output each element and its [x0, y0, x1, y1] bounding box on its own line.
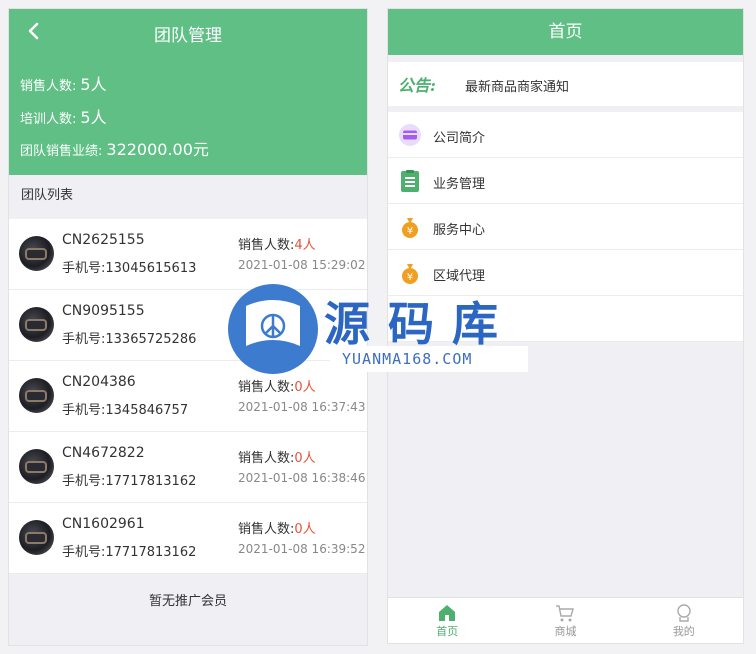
home-title: 首页: [388, 9, 743, 55]
avatar: [19, 449, 54, 484]
member-sales: 销售人数:0人: [238, 376, 316, 395]
member-phone: 手机号:1345846757: [62, 399, 188, 418]
phone-value: 13045615613: [105, 261, 197, 276]
member-sales: 销售人数:0人: [238, 518, 316, 537]
money-bag-icon: ¥: [402, 264, 418, 284]
phone-value: 1345846757: [105, 403, 189, 418]
tab-mall[interactable]: 商城: [506, 598, 624, 643]
clipboard-icon: [401, 170, 419, 192]
member-code: CN1602961: [62, 516, 145, 532]
avatar: [19, 378, 54, 413]
sales-value: 0人: [294, 380, 316, 395]
tab-label: 我的: [672, 625, 695, 638]
phone-label: 手机号:: [62, 261, 106, 276]
member-sales: 销售人数:0人: [238, 447, 316, 466]
member-code: CN4672822: [62, 445, 145, 461]
member-code: CN9095155: [62, 303, 145, 319]
notice-text[interactable]: 最新商品商家通知: [465, 76, 569, 95]
phone-label: 手机号:: [62, 403, 106, 418]
list-item[interactable]: CN1602961 手机号:17717813162 销售人数:0人 2021-01-0…: [9, 503, 367, 574]
svg-text:¥: ¥: [407, 272, 413, 283]
stat-label: 培训人数:: [20, 112, 77, 127]
menu-item-service-center[interactable]: ¥ 服务中心: [388, 204, 743, 250]
phone-label: 手机号:: [62, 474, 106, 489]
sales-label: 销售人数:: [238, 380, 295, 395]
sales-label: 销售人数:: [238, 451, 295, 466]
list-item[interactable]: CN4672822 手机号:17717813162 销售人数:0人 2021-01-0…: [9, 432, 367, 503]
tab-label: 首页: [436, 625, 459, 638]
watermark-domain: YUANMA168.COM: [330, 346, 528, 372]
menu-item-company-intro[interactable]: 公司简介: [388, 112, 743, 158]
phone-value: 17717813162: [105, 474, 197, 489]
svg-text:¥: ¥: [407, 226, 413, 237]
phone-label: 手机号:: [62, 545, 106, 560]
watermark: 源码库 YUANMA168.COM: [228, 284, 530, 374]
member-phone: 手机号:17717813162: [62, 470, 196, 489]
empty-message: 暂无推广会员: [148, 594, 227, 609]
notice-bar[interactable]: 公告: 最新商品商家通知: [388, 62, 743, 106]
user-icon: [677, 604, 691, 622]
sales-value: 0人: [294, 451, 316, 466]
menu-label: 业务管理: [433, 177, 486, 192]
avatar: [19, 520, 54, 555]
stat-value: 322000.00元: [106, 140, 209, 159]
tab-home[interactable]: 首页: [388, 598, 506, 643]
team-header: 团队管理 销售人数: 5人 培训人数: 5人 团队销售业绩: 322000.00元: [9, 9, 367, 175]
menu-label: 服务中心: [433, 223, 486, 238]
phone-label: 手机号:: [62, 332, 106, 347]
sales-count-stat: 销售人数: 5人: [20, 71, 107, 95]
sales-label: 销售人数:: [238, 238, 295, 253]
stat-label: 销售人数:: [20, 79, 77, 94]
member-code: CN2625155: [62, 232, 145, 248]
member-time: 2021-01-08 16:37:43: [238, 400, 366, 414]
member-time: 2021-01-08 15:29:02: [238, 258, 366, 272]
tab-label: 商城: [554, 625, 577, 638]
training-count-stat: 培训人数: 5人: [20, 104, 107, 128]
member-phone: 手机号:13365725286: [62, 328, 196, 347]
sales-value: 4人: [294, 238, 316, 253]
member-time: 2021-01-08 16:38:46: [238, 471, 366, 485]
member-sales: 销售人数:4人: [238, 234, 316, 253]
phone-value: 13365725286: [105, 332, 197, 347]
sales-value: 0人: [294, 522, 316, 537]
avatar: [19, 307, 54, 342]
member-phone: 手机号:13045615613: [62, 257, 196, 276]
member-code: CN204386: [62, 374, 136, 390]
avatar: [19, 236, 54, 271]
list-item[interactable]: CN2625155 手机号:13045615613 销售人数:4人 2021-01-0…: [9, 219, 367, 290]
stat-label: 团队销售业绩:: [20, 144, 103, 159]
sales-label: 销售人数:: [238, 522, 295, 537]
page-title: 团队管理: [154, 26, 222, 46]
member-time: 2021-01-08 16:39:52: [238, 542, 366, 556]
bottom-tab-bar: 首页 商城 我的: [388, 597, 743, 643]
team-list-label: 团队列表: [21, 188, 74, 203]
watermark-logo: [228, 284, 318, 374]
watermark-chars: 源码库: [324, 297, 516, 351]
menu-label: 区域代理: [433, 269, 486, 284]
money-bag-icon: ¥: [402, 218, 418, 238]
menu-label: 公司简介: [433, 131, 486, 146]
stat-value: 5人: [80, 75, 107, 94]
tab-mine[interactable]: 我的: [625, 598, 743, 643]
card-icon: [399, 124, 421, 146]
member-phone: 手机号:17717813162: [62, 541, 196, 560]
team-performance-stat: 团队销售业绩: 322000.00元: [20, 136, 209, 160]
stat-value: 5人: [80, 108, 107, 127]
home-icon: [439, 605, 456, 621]
notice-tag: 公告:: [398, 76, 436, 95]
phone-value: 17717813162: [105, 545, 197, 560]
cart-icon: [556, 605, 575, 622]
menu-item-business-management[interactable]: 业务管理: [388, 158, 743, 204]
